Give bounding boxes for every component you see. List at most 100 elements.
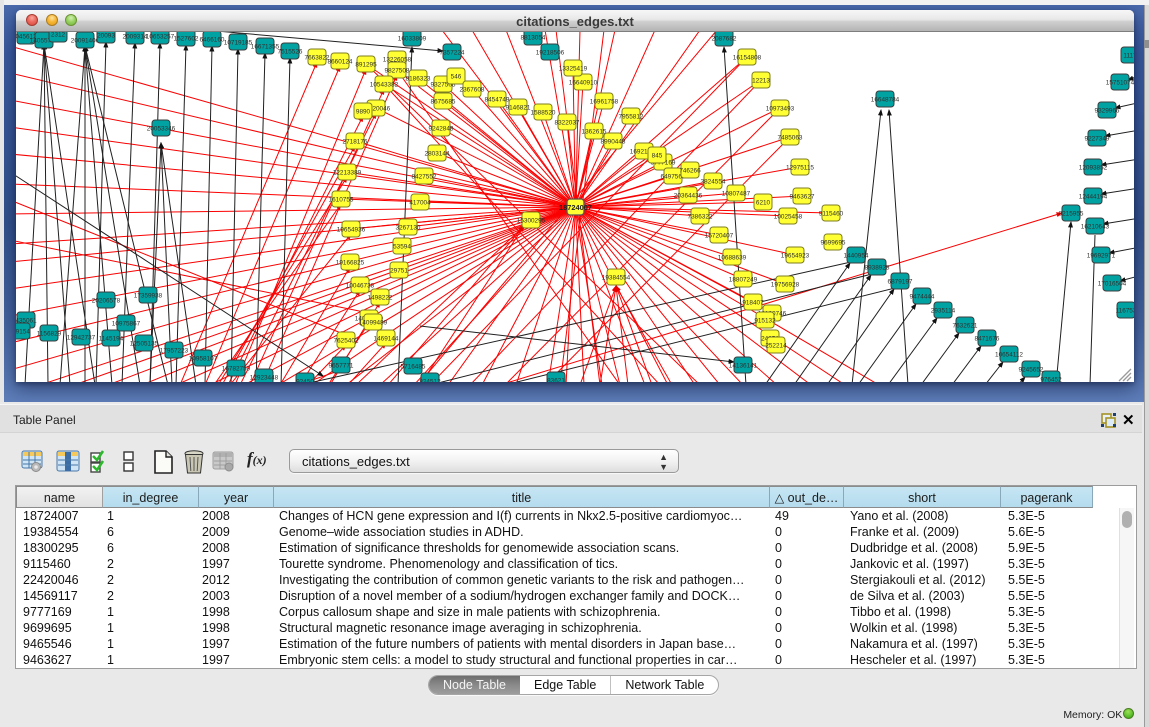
svg-text:19166825: 19166825 (336, 259, 365, 266)
svg-text:19654923: 19654923 (781, 252, 810, 259)
svg-text:8938928: 8938928 (865, 264, 890, 271)
svg-text:2935114: 2935114 (931, 307, 956, 314)
svg-text:8990448: 8990448 (601, 138, 626, 145)
svg-text:53594: 53594 (393, 243, 411, 250)
svg-text:10719185: 10719185 (224, 39, 253, 46)
svg-text:6466160: 6466160 (200, 36, 225, 43)
svg-text:824512: 824512 (419, 378, 441, 382)
svg-text:1498222: 1498222 (368, 294, 393, 301)
svg-text:12923448: 12923448 (250, 374, 279, 381)
svg-text:8660124: 8660124 (328, 58, 353, 65)
svg-text:9699695: 9699695 (821, 239, 846, 246)
svg-text:7663822: 7663822 (305, 54, 330, 61)
svg-text:915132: 915132 (754, 317, 776, 324)
svg-text:10653257: 10653257 (146, 33, 175, 40)
svg-text:16648784: 16648784 (871, 96, 900, 103)
svg-text:10973493: 10973493 (766, 105, 795, 112)
svg-text:12444194: 12444194 (1079, 193, 1108, 200)
svg-text:12093852: 12093852 (1079, 164, 1108, 171)
svg-text:10046738: 10046738 (346, 282, 375, 289)
svg-text:8186323: 8186323 (406, 75, 431, 82)
svg-text:14136141: 14136141 (729, 362, 758, 369)
svg-text:13325419: 13325419 (559, 65, 588, 72)
svg-text:15720407: 15720407 (705, 232, 734, 239)
svg-text:92450: 92450 (296, 378, 314, 382)
svg-text:2009314: 2009314 (123, 33, 148, 40)
svg-text:14099489: 14099489 (359, 319, 388, 326)
svg-text:9115460: 9115460 (819, 210, 844, 217)
svg-text:8454749: 8454749 (485, 96, 510, 103)
svg-text:17359938: 17359938 (134, 292, 163, 299)
svg-text:10543382: 10543382 (370, 81, 399, 88)
svg-text:8322037: 8322037 (555, 119, 580, 126)
svg-text:29751: 29751 (390, 267, 408, 274)
svg-text:12975115: 12975115 (786, 164, 814, 171)
svg-text:2367608: 2367608 (460, 86, 485, 93)
svg-text:1117: 1117 (1123, 52, 1134, 59)
svg-text:12213: 12213 (752, 77, 770, 84)
svg-text:7632621: 7632621 (953, 322, 978, 329)
svg-text:1440954: 1440954 (844, 252, 869, 259)
svg-text:1527602: 1527602 (174, 35, 199, 42)
svg-text:15751074: 15751074 (1106, 79, 1134, 86)
svg-text:845: 845 (652, 152, 663, 159)
svg-text:12213389: 12213389 (333, 169, 362, 176)
svg-text:12942737: 12942737 (67, 334, 96, 341)
svg-text:20053346: 20053346 (147, 125, 176, 132)
svg-text:10975867: 10975867 (112, 320, 141, 327)
svg-text:16961758: 16961758 (590, 98, 619, 105)
svg-text:18807249: 18807249 (729, 276, 758, 283)
svg-text:7515526: 7515526 (278, 48, 303, 55)
svg-text:918407: 918407 (742, 299, 764, 306)
svg-text:9242848: 9242848 (429, 125, 454, 132)
svg-text:16210643: 16210643 (1081, 223, 1110, 230)
svg-text:891295: 891295 (355, 61, 377, 68)
svg-text:15300295: 15300295 (517, 217, 546, 224)
svg-text:8675685: 8675685 (431, 98, 456, 105)
svg-text:19218506: 19218506 (536, 49, 565, 56)
svg-text:252214: 252214 (765, 342, 787, 349)
svg-text:19654936: 19654936 (337, 226, 366, 233)
svg-text:1610755: 1610755 (329, 196, 354, 203)
svg-text:9245652: 9245652 (1019, 366, 1044, 373)
svg-text:1156829: 1156829 (37, 330, 62, 337)
svg-text:9146821: 9146821 (506, 104, 531, 111)
svg-text:1145194: 1145194 (99, 335, 124, 342)
svg-text:7955812: 7955812 (619, 113, 644, 120)
svg-text:8471676: 8471676 (975, 335, 1000, 342)
svg-text:5716485: 5716485 (401, 363, 426, 370)
svg-text:1362615: 1362615 (582, 128, 607, 135)
svg-text:8215955: 8215955 (1059, 210, 1084, 217)
svg-text:16033809: 16033809 (398, 35, 427, 42)
svg-text:7625402: 7625402 (334, 337, 359, 344)
svg-text:1469144: 1469144 (374, 335, 399, 342)
svg-text:20093: 20093 (97, 32, 115, 39)
svg-text:976452: 976452 (1040, 376, 1062, 382)
svg-text:10688639: 10688639 (718, 254, 747, 261)
svg-text:116753: 116753 (1116, 307, 1134, 314)
svg-text:20206578: 20206578 (92, 297, 121, 304)
svg-text:6210: 6210 (756, 199, 771, 206)
svg-text:18724007: 18724007 (559, 203, 592, 212)
svg-text:9329966: 9329966 (1095, 107, 1120, 114)
svg-text:9463627: 9463627 (790, 193, 815, 200)
svg-text:19384554: 19384554 (602, 274, 631, 281)
svg-text:3267130: 3267130 (396, 224, 421, 231)
svg-text:3824554: 3824554 (701, 178, 726, 185)
svg-text:1588520: 1588520 (531, 109, 556, 116)
svg-text:746266: 746266 (679, 167, 701, 174)
svg-text:7485063: 7485063 (778, 134, 803, 141)
svg-text:2087682: 2087682 (712, 35, 737, 42)
svg-text:9474444: 9474444 (910, 293, 935, 300)
svg-text:16671355: 16671355 (251, 43, 280, 50)
svg-text:12505135: 12505135 (130, 340, 159, 347)
svg-text:2312: 2312 (51, 32, 66, 38)
svg-text:83621: 83621 (547, 377, 565, 382)
svg-text:9657771: 9657771 (329, 362, 354, 369)
svg-text:10958107: 10958107 (189, 355, 218, 362)
svg-text:2718176: 2718176 (343, 138, 368, 145)
svg-text:17957223: 17957223 (160, 347, 189, 354)
svg-text:19756928: 19756928 (771, 281, 800, 288)
svg-text:9890: 9890 (356, 108, 371, 115)
svg-text:10025458: 10025458 (774, 213, 803, 220)
